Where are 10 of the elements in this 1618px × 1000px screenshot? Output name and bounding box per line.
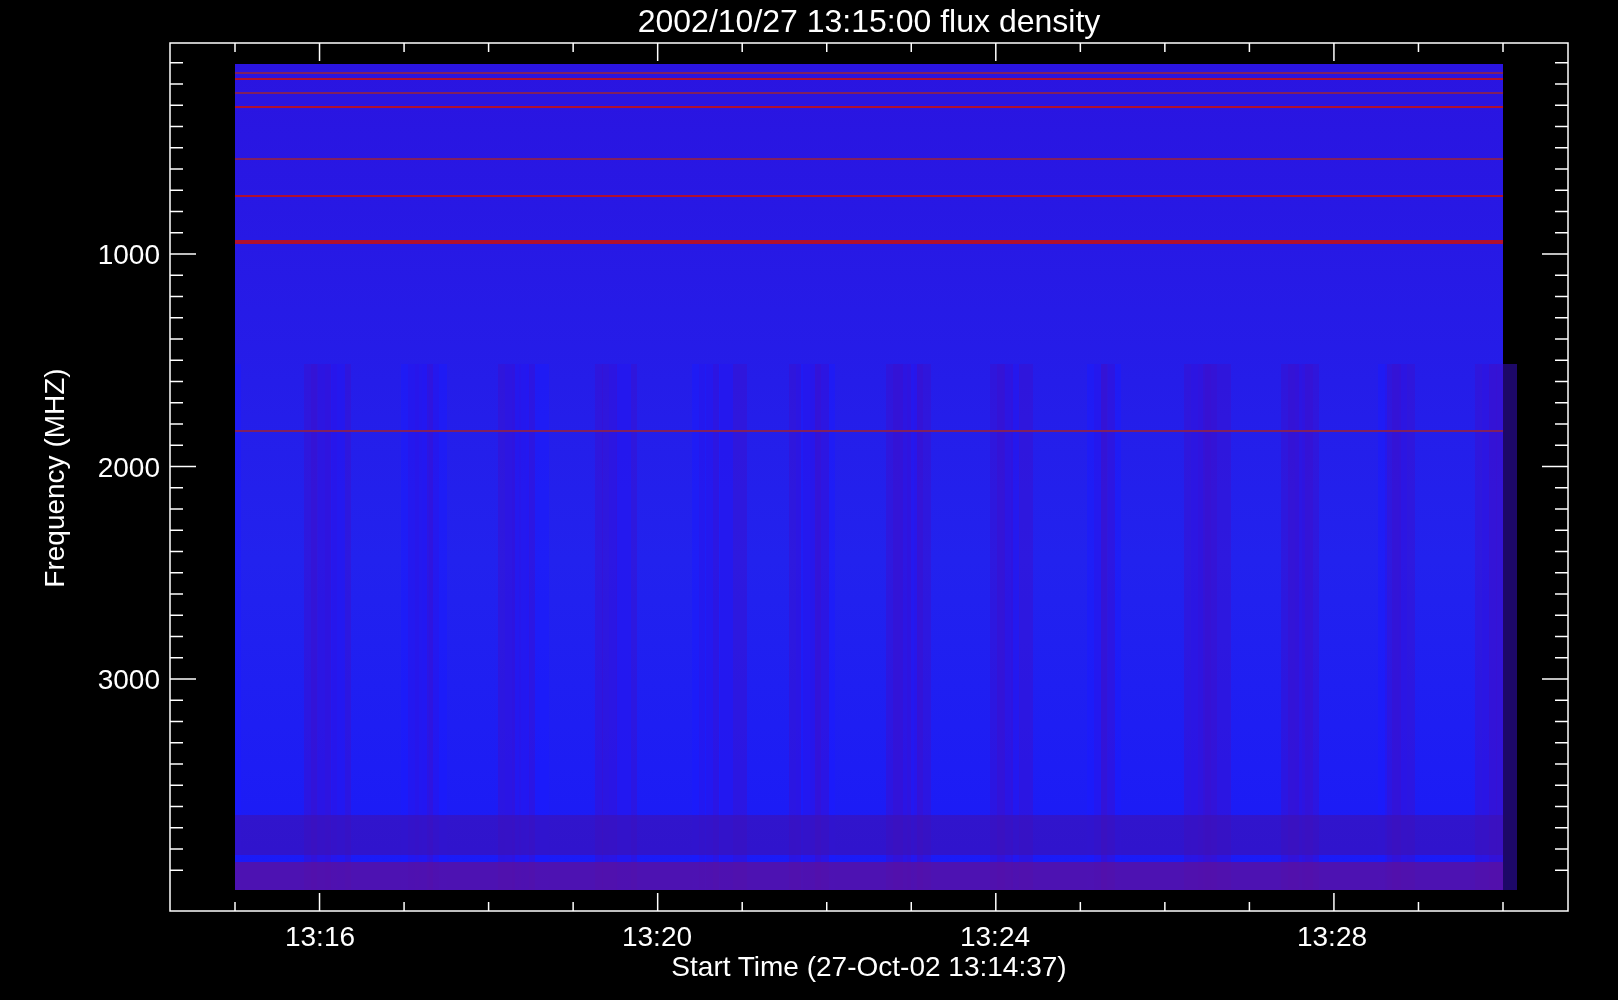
x-tick-label: 13:16 [284,921,356,952]
y-axis-label: Frequency (MHZ) [39,368,70,588]
chart-title: 2002/10/27 13:15:00 flux density [637,3,1101,39]
x-tick-label: 13:24 [959,921,1031,952]
x-tick-label: 13:28 [1296,921,1368,952]
x-axis-label: Start Time (27-Oct-02 13:14:37) [671,951,1067,982]
y-tick-label: 1000 [97,239,160,270]
y-tick-label: 2000 [97,451,160,483]
x-tick-label: 13:20 [621,921,693,952]
y-tick-label: 3000 [97,664,160,695]
